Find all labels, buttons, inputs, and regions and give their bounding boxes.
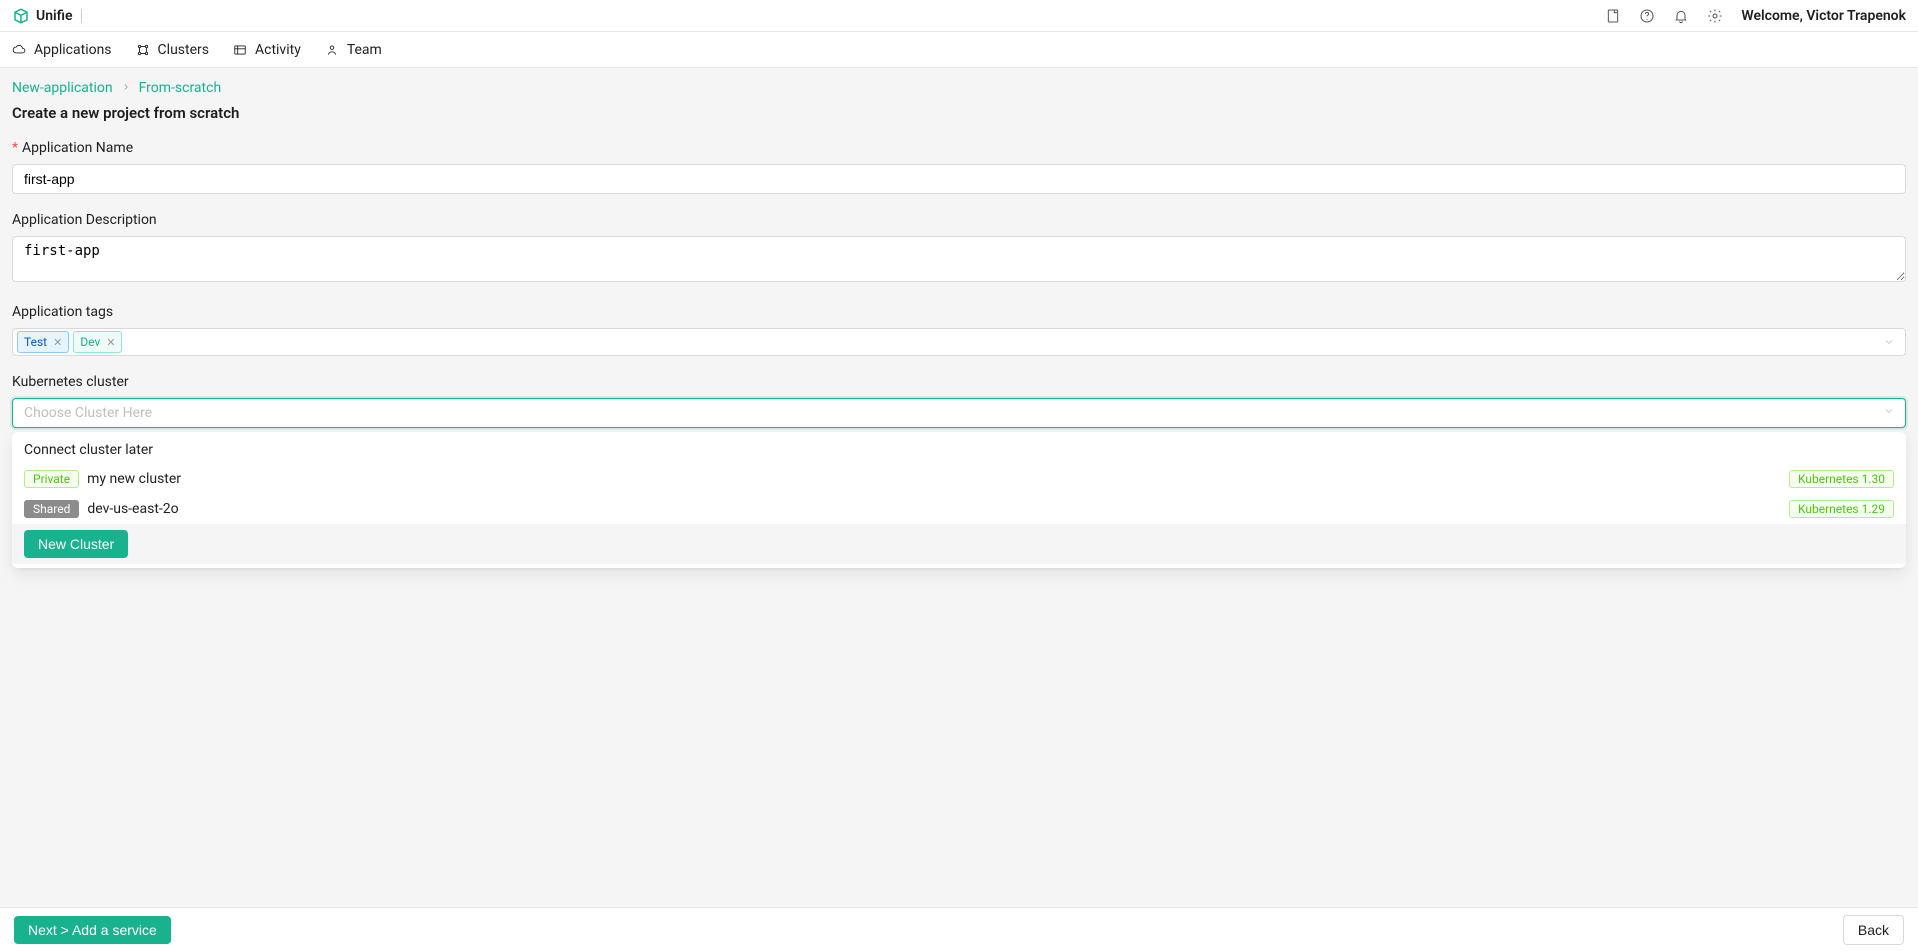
breadcrumb: New-application From-scratch — [12, 80, 1906, 96]
form-group-description: Application Description — [12, 212, 1906, 286]
breadcrumb-new-application[interactable]: New-application — [12, 80, 113, 96]
close-icon[interactable]: ✕ — [53, 336, 62, 349]
main-content: New-application From-scratch Create a ne… — [0, 68, 1918, 907]
activity-icon — [233, 43, 247, 57]
dropdown-new-cluster[interactable]: New Cluster — [12, 524, 1906, 564]
nav-label: Activity — [255, 42, 301, 58]
close-icon[interactable]: ✕ — [106, 336, 115, 349]
k8s-version-badge: Kubernetes 1.30 — [1789, 470, 1894, 488]
tags-input[interactable]: Test ✕ Dev ✕ — [12, 328, 1906, 356]
shared-badge: Shared — [24, 500, 79, 518]
cluster-icon — [136, 43, 150, 57]
private-badge: Private — [24, 470, 79, 488]
cluster-name: my new cluster — [87, 471, 181, 487]
page-title: Create a new project from scratch — [12, 104, 1906, 122]
divider — [81, 9, 82, 23]
k8s-version-badge: Kubernetes 1.29 — [1789, 500, 1894, 518]
document-icon[interactable] — [1605, 8, 1621, 24]
form-group-cluster: Kubernetes cluster Choose Cluster Here C… — [12, 374, 1906, 568]
nav-applications[interactable]: Applications — [12, 38, 112, 62]
chevron-down-icon — [1883, 405, 1895, 421]
tags-label: Application tags — [12, 304, 1906, 320]
brand-logo[interactable]: Unifie — [12, 7, 73, 25]
tag-test[interactable]: Test ✕ — [17, 331, 69, 353]
nav-activity[interactable]: Activity — [233, 38, 301, 62]
dropdown-cluster-shared[interactable]: Shared dev-us-east-2o Kubernetes 1.29 — [12, 494, 1906, 524]
nav-label: Applications — [34, 42, 112, 58]
cloud-icon — [12, 43, 26, 57]
footer: Next > Add a service Back — [0, 907, 1918, 951]
bell-icon[interactable] — [1673, 8, 1689, 24]
help-icon[interactable] — [1639, 8, 1655, 24]
topbar-right: Welcome, Victor Trapenok — [1605, 8, 1906, 24]
cluster-label: Kubernetes cluster — [12, 374, 1906, 390]
chevron-down-icon[interactable] — [1883, 333, 1895, 352]
tag-label: Dev — [80, 335, 100, 349]
cluster-name: dev-us-east-2o — [87, 501, 178, 517]
nav-team[interactable]: Team — [325, 38, 382, 62]
option-label: Connect cluster later — [24, 442, 153, 458]
description-input[interactable] — [12, 236, 1906, 282]
back-button[interactable]: Back — [1843, 915, 1904, 945]
topbar: Unifie Welcome, Victor Trapenok — [0, 0, 1918, 32]
dropdown-cluster-private[interactable]: Private my new cluster Kubernetes 1.30 — [12, 464, 1906, 494]
welcome-text[interactable]: Welcome, Victor Trapenok — [1741, 8, 1906, 24]
navbar: Applications Clusters Activity Team — [0, 32, 1918, 68]
logo-icon — [12, 7, 30, 25]
chevron-right-icon — [121, 80, 131, 96]
tag-label: Test — [24, 335, 47, 349]
description-label: Application Description — [12, 212, 1906, 228]
brand-name: Unifie — [36, 8, 73, 24]
topbar-left: Unifie — [12, 7, 82, 25]
cluster-select[interactable]: Choose Cluster Here — [12, 398, 1906, 428]
tag-dev[interactable]: Dev ✕ — [73, 331, 122, 353]
name-label: *Application Name — [12, 140, 1906, 156]
team-icon — [325, 43, 339, 57]
form-group-name: *Application Name — [12, 140, 1906, 194]
new-cluster-button[interactable]: New Cluster — [24, 530, 128, 558]
nav-label: Clusters — [158, 42, 209, 58]
dropdown-connect-later[interactable]: Connect cluster later — [12, 436, 1906, 464]
next-button[interactable]: Next > Add a service — [14, 916, 171, 944]
gear-icon[interactable] — [1707, 8, 1723, 24]
nav-label: Team — [347, 42, 382, 58]
cluster-dropdown: Connect cluster later Private my new clu… — [12, 432, 1906, 568]
name-input[interactable] — [12, 164, 1906, 194]
form-group-tags: Application tags Test ✕ Dev ✕ — [12, 304, 1906, 356]
breadcrumb-from-scratch[interactable]: From-scratch — [139, 80, 222, 96]
nav-clusters[interactable]: Clusters — [136, 38, 209, 62]
cluster-placeholder: Choose Cluster Here — [24, 405, 152, 421]
